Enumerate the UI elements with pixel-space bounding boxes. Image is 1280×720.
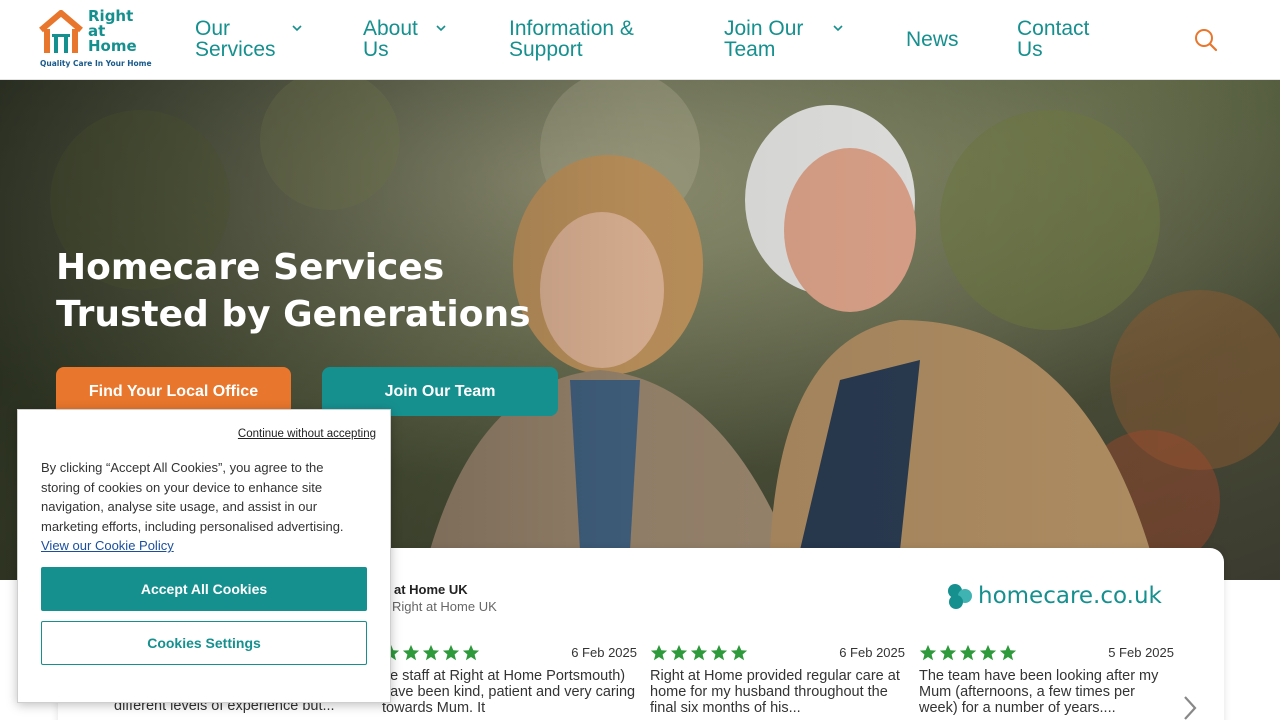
logo-wordmark: Right at Home — [88, 7, 137, 55]
star-icon — [959, 644, 977, 661]
review-date: 6 Feb 2025 — [839, 645, 905, 660]
star-icon — [402, 644, 420, 661]
star-icon — [670, 644, 688, 661]
nav-information-support[interactable]: Information & Support — [509, 18, 634, 60]
star-icon — [730, 644, 748, 661]
review-text: Right at Home provided regular care at h… — [650, 668, 900, 716]
review-card[interactable]: 6 Feb 2025 Right at Home provided regula… — [650, 644, 905, 716]
star-icon — [442, 644, 460, 661]
review-text: he staff at Right at Home Portsmouth) ha… — [382, 668, 636, 716]
star-icon — [650, 644, 668, 661]
review-source-subtitle: Right at Home UK — [392, 599, 497, 614]
cookie-consent-text: By clicking “Accept All Cookies”, you ag… — [41, 460, 344, 553]
continue-without-accepting-link[interactable]: Continue without accepting — [238, 428, 376, 440]
chevron-down-icon[interactable] — [832, 24, 844, 32]
review-date: 6 Feb 2025 — [571, 645, 637, 660]
star-icon — [710, 644, 728, 661]
star-icon — [939, 644, 957, 661]
nav-join-our-team[interactable]: Join Our Team — [724, 18, 843, 60]
review-text: The team have been looking after my Mum … — [919, 668, 1159, 716]
star-icon — [919, 644, 937, 661]
nav-news[interactable]: News — [906, 29, 959, 50]
nav-our-services[interactable]: Our Services — [195, 18, 302, 60]
chevron-down-icon[interactable] — [435, 24, 447, 32]
chevron-right-icon[interactable] — [1182, 694, 1198, 720]
star-icon — [690, 644, 708, 661]
logo-tagline: Quality Care In Your Home — [40, 59, 152, 68]
nav-about-us[interactable]: About Us — [363, 18, 446, 60]
review-date: 5 Feb 2025 — [1108, 645, 1174, 660]
cookie-consent-dialog: Continue without accepting By clicking “… — [17, 409, 391, 703]
chevron-down-icon[interactable] — [291, 24, 303, 32]
house-logo-icon — [39, 10, 83, 53]
search-icon[interactable] — [1192, 26, 1220, 54]
cookies-settings-button[interactable]: Cookies Settings — [41, 621, 367, 665]
homecare-bubbles-icon — [948, 584, 972, 609]
homecare-logo[interactable]: homecare.co.uk — [946, 582, 1162, 610]
site-header: Right at Home Quality Care In Your Home … — [0, 0, 1280, 80]
review-source-name: at Home UK — [394, 582, 468, 597]
nav-contact-us[interactable]: Contact Us — [1017, 18, 1089, 60]
accept-all-cookies-button[interactable]: Accept All Cookies — [41, 567, 367, 611]
star-icon — [999, 644, 1017, 661]
review-card[interactable]: 6 Feb 2025 he staff at Right at Home Por… — [382, 644, 637, 716]
star-icon — [422, 644, 440, 661]
right-at-home-logo[interactable]: Right at Home Quality Care In Your Home — [38, 8, 158, 72]
star-icon — [979, 644, 997, 661]
cookie-policy-link[interactable]: View our Cookie Policy — [41, 538, 174, 553]
star-icon — [462, 644, 480, 661]
hero-title: Homecare Services Trusted by Generations — [56, 247, 531, 335]
review-card[interactable]: 5 Feb 2025 The team have been looking af… — [919, 644, 1174, 716]
